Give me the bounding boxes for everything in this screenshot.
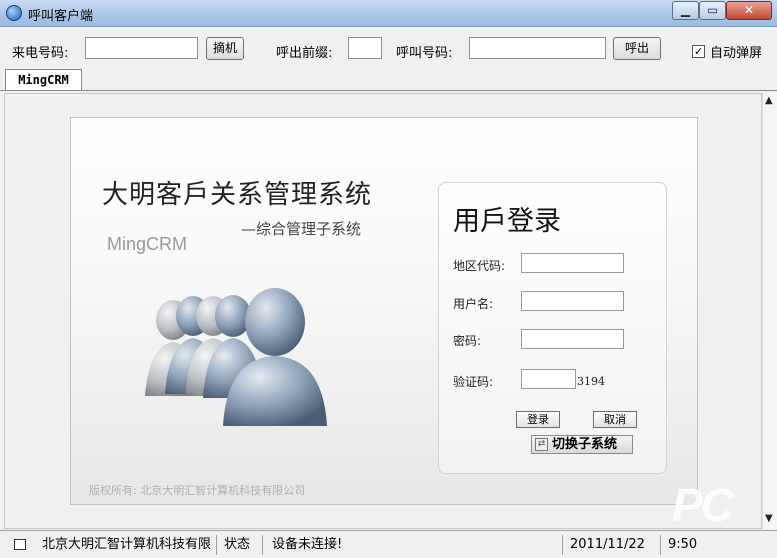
password-input[interactable] [521,329,624,349]
region-code-label: 地区代码: [453,259,506,273]
app-icon [6,5,22,21]
status-label: 状态 [224,537,251,552]
title-bar: 呼叫客户端 ▁ ▭ ✕ [0,0,777,27]
incoming-number-input[interactable] [85,37,198,59]
brand-logo-text: MingCRM [107,234,188,254]
call-toolbar: 来电号码: 摘机 呼出前缀: 呼叫号码: 呼出 ✓ 自动弹屏 [0,28,777,70]
phone-status-icon [14,539,26,550]
login-panel: 大明客戶关系管理系统 —综合管理子系统 MingCRM 用戶登录 地区代码: 用… [70,117,698,505]
tab-divider [0,90,777,91]
maximize-button[interactable]: ▭ [699,1,726,20]
captcha-code: 3194 [577,375,605,388]
close-icon: ✕ [743,3,755,17]
checkmark-icon: ✓ [693,45,704,58]
hangup-button[interactable]: 摘机 [206,37,244,60]
username-input[interactable] [521,291,624,311]
username-label: 用户名: [453,297,494,311]
minimize-icon: ▁ [680,3,691,17]
copyright-text: 版权所有: 北京大明汇智计算机科技有限公司 [89,484,306,497]
prefix-label: 呼出前缀: [276,46,333,61]
captcha-label: 验证码: [453,375,494,389]
system-subtitle: —综合管理子系统 [241,220,362,238]
call-button[interactable]: 呼出 [613,37,661,60]
status-time: 9:50 [668,537,698,552]
prefix-input[interactable] [348,37,382,59]
status-divider [660,535,661,555]
users-group-icon [145,288,327,426]
password-label: 密码: [453,334,482,348]
connection-status: 设备未连接! [272,537,343,552]
login-title: 用戶登录 [453,206,561,237]
call-number-label: 呼叫号码: [396,46,453,61]
system-title: 大明客戶关系管理系统 [102,180,373,210]
watermark-logo: PC [672,479,734,531]
status-bar: 北京大明汇智计算机科技有限公司 状态 设备未连接! 2011/11/22 9:5… [0,530,777,558]
status-divider [262,535,263,555]
switch-icon: ⇄ [535,438,548,451]
incoming-number-label: 来电号码: [12,46,69,61]
captcha-input[interactable] [521,369,576,389]
maximize-icon: ▭ [706,3,719,17]
status-divider [216,535,217,555]
auto-popup-label: 自动弹屏 [710,46,763,61]
tab-mingcrm[interactable]: MingCRM [5,69,82,91]
login-form: 用戶登录 地区代码: 用户名: 密码: 验证码: 3194 登录 取消 ⇄ 切换… [438,182,667,474]
switch-subsystem-button[interactable]: ⇄ 切换子系统 [531,435,633,454]
vertical-scrollbar[interactable]: ▲ ▼ [762,93,777,529]
region-code-input[interactable] [521,253,624,273]
close-button[interactable]: ✕ [726,1,772,20]
login-button[interactable]: 登录 [516,411,560,428]
scroll-up-icon[interactable]: ▲ [765,95,773,106]
status-company: 北京大明汇智计算机科技有限公司 [42,537,212,552]
status-divider [562,535,563,555]
minimize-button[interactable]: ▁ [672,1,699,20]
cancel-button[interactable]: 取消 [593,411,637,428]
auto-popup-checkbox[interactable]: ✓ [692,45,705,58]
switch-subsystem-label: 切换子系统 [552,437,618,452]
status-date: 2011/11/22 [570,537,645,552]
window-title: 呼叫客户端 [28,9,94,24]
call-number-input[interactable] [469,37,606,59]
